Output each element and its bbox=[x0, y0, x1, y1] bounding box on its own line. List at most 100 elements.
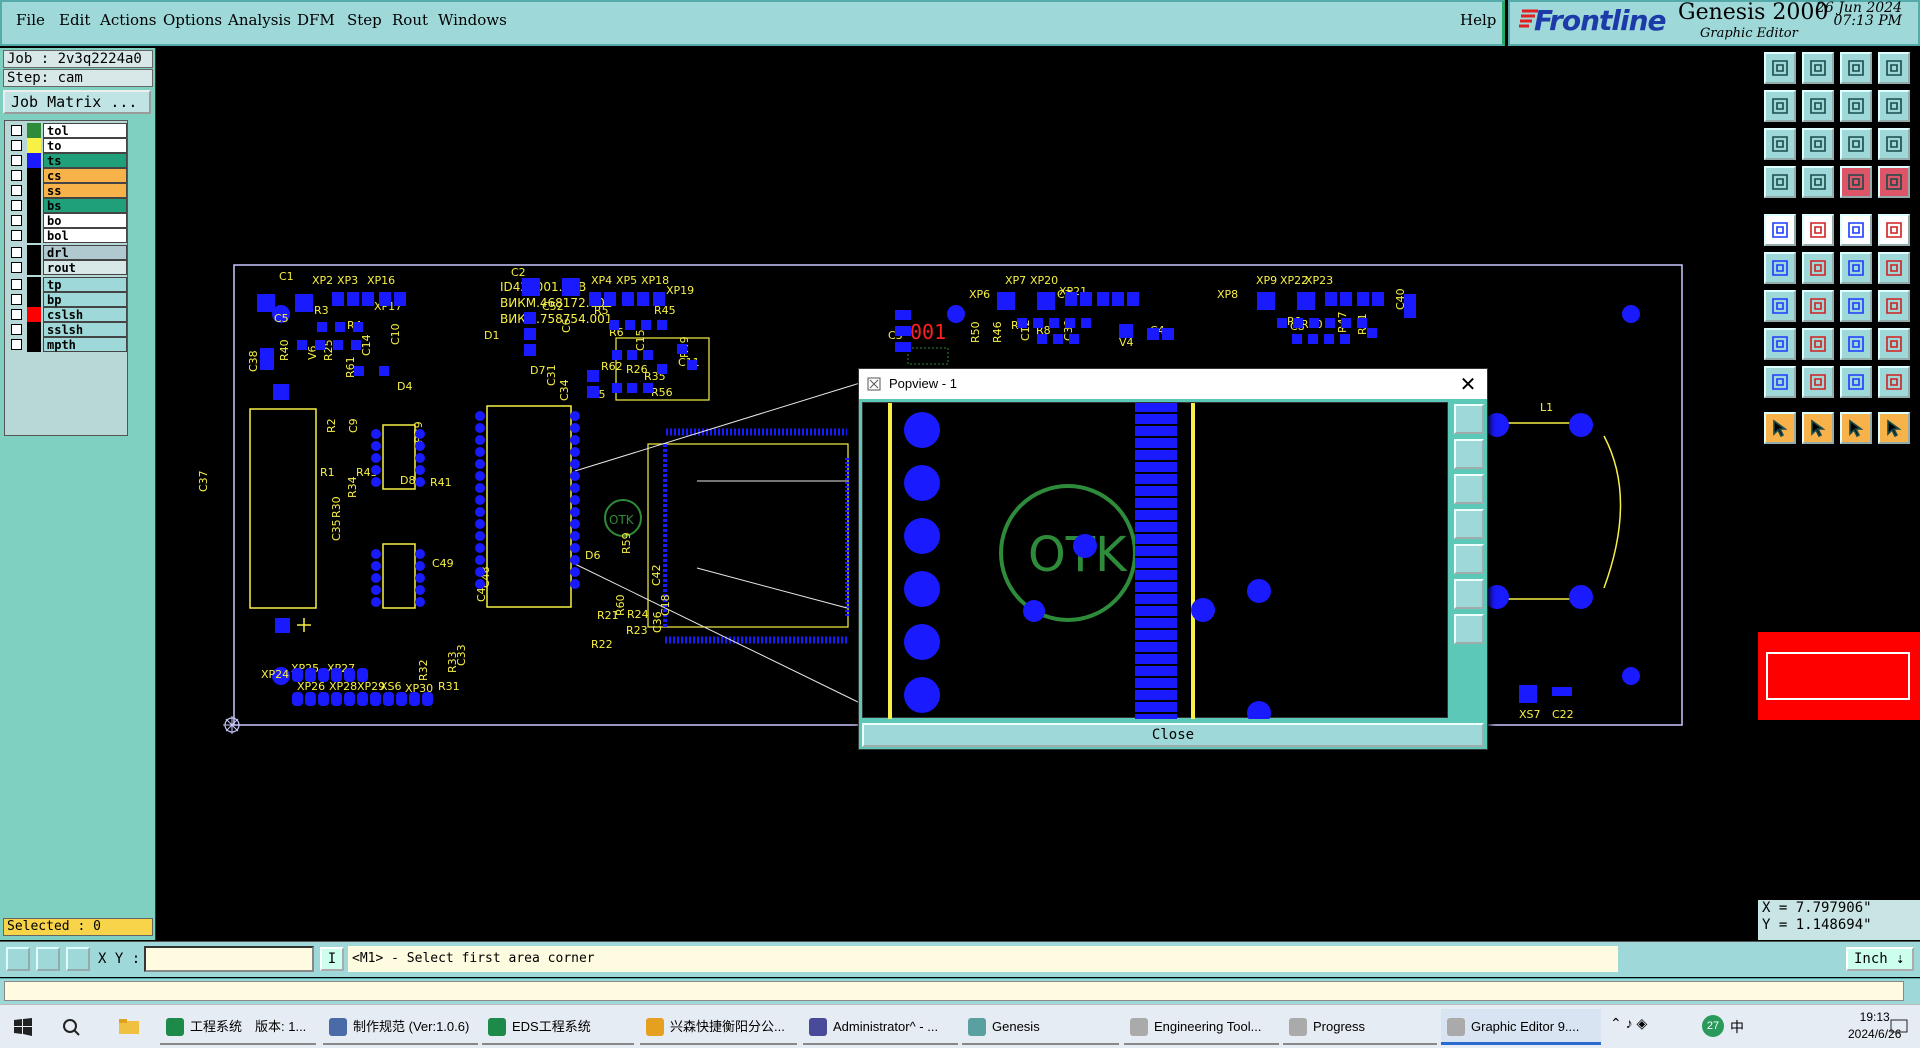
line-icon[interactable] bbox=[1840, 214, 1872, 246]
layer-color-swatch[interactable] bbox=[27, 307, 41, 322]
layer-color-swatch[interactable] bbox=[27, 198, 41, 213]
list-icon[interactable] bbox=[1878, 52, 1910, 84]
popview-zoom-in-button[interactable] bbox=[1454, 439, 1484, 469]
popview-zoom-home-button[interactable] bbox=[1454, 404, 1484, 434]
layer-checkbox[interactable] bbox=[11, 125, 22, 136]
popview-viewport[interactable]: OTK bbox=[862, 402, 1448, 725]
layer-color-swatch[interactable] bbox=[27, 168, 41, 183]
job-matrix-button[interactable]: Job Matrix ... bbox=[3, 90, 151, 114]
cursor-multi-icon[interactable] bbox=[1878, 412, 1910, 444]
notification-icon[interactable] bbox=[1890, 1019, 1908, 1035]
pad-red-icon[interactable] bbox=[1802, 214, 1834, 246]
arc-icon[interactable] bbox=[1840, 290, 1872, 322]
layer-name[interactable]: rout bbox=[43, 260, 127, 275]
layer-checkbox[interactable] bbox=[11, 279, 22, 290]
layer-color-swatch[interactable] bbox=[27, 322, 41, 337]
ratio-icon[interactable] bbox=[1840, 128, 1872, 160]
layer-checkbox[interactable] bbox=[11, 339, 22, 350]
layer-row-sslsh[interactable]: sslsh bbox=[9, 322, 127, 337]
layer-name[interactable]: tp bbox=[43, 277, 127, 292]
input-mode-button[interactable]: I bbox=[320, 947, 344, 971]
center-icon[interactable] bbox=[1802, 128, 1834, 160]
grid-icon[interactable] bbox=[66, 947, 90, 971]
windows-start-icon[interactable] bbox=[14, 1018, 32, 1036]
layer-red-alt-icon[interactable] bbox=[1878, 166, 1910, 198]
layer-color-swatch[interactable] bbox=[27, 292, 41, 307]
layer-checkbox[interactable] bbox=[11, 247, 22, 258]
close-icon[interactable]: ✕ bbox=[1457, 373, 1479, 395]
layer-checkbox[interactable] bbox=[11, 262, 22, 273]
layer-color-swatch[interactable] bbox=[27, 183, 41, 198]
triangle-icon[interactable] bbox=[1764, 366, 1796, 398]
layer-row-bol[interactable]: bol bbox=[9, 228, 127, 243]
split-icon[interactable] bbox=[1878, 290, 1910, 322]
taskbar-task[interactable]: Administrator^ - ... bbox=[803, 1009, 958, 1045]
query-icon[interactable] bbox=[1878, 128, 1910, 160]
layer-checkbox[interactable] bbox=[11, 185, 22, 196]
connect-icon[interactable] bbox=[1840, 252, 1872, 284]
layer-row-mpth[interactable]: mpth bbox=[9, 337, 127, 352]
grid-toggle-icon[interactable] bbox=[1802, 166, 1834, 198]
layer-name[interactable]: bo bbox=[43, 213, 127, 228]
menu-rout[interactable]: Rout bbox=[392, 11, 428, 29]
node-icon[interactable] bbox=[1764, 328, 1796, 360]
layer-row-cslsh[interactable]: cslsh bbox=[9, 307, 127, 322]
layer-name[interactable]: ss bbox=[43, 183, 127, 198]
popview-close-button[interactable]: Close bbox=[862, 723, 1484, 747]
layer-checkbox[interactable] bbox=[11, 309, 22, 320]
pan-left-icon[interactable] bbox=[1764, 90, 1796, 122]
circle-icon[interactable] bbox=[1878, 214, 1910, 246]
group-icon[interactable] bbox=[1878, 328, 1910, 360]
xy-input[interactable] bbox=[144, 946, 314, 972]
layer-name[interactable]: to bbox=[43, 138, 127, 153]
taskbar-task[interactable]: EDS工程系统 bbox=[482, 1009, 634, 1045]
delete-icon[interactable] bbox=[1802, 252, 1834, 284]
cursor-select-icon[interactable] bbox=[1802, 412, 1834, 444]
layer-row-drl[interactable]: drl bbox=[9, 245, 127, 260]
taskbar-task[interactable]: Genesis bbox=[962, 1009, 1119, 1045]
layer-color-swatch[interactable] bbox=[27, 337, 41, 352]
layer-row-tol[interactable]: tol bbox=[9, 123, 127, 138]
layer-name[interactable]: bp bbox=[43, 292, 127, 307]
popview-center-button[interactable] bbox=[1454, 614, 1484, 644]
layer-name[interactable]: tol bbox=[43, 123, 127, 138]
layer-color-swatch[interactable] bbox=[27, 153, 41, 168]
save-icon[interactable] bbox=[1802, 52, 1834, 84]
popview-zoom-out-button[interactable] bbox=[1454, 474, 1484, 504]
layer-name[interactable]: cslsh bbox=[43, 307, 127, 322]
tray-badge[interactable]: 27 bbox=[1702, 1015, 1724, 1037]
tray-ime[interactable]: 中 bbox=[1730, 1017, 1744, 1037]
layer-checkbox[interactable] bbox=[11, 170, 22, 181]
tray-icons[interactable]: ⌃ ♪ ◈ bbox=[1610, 1015, 1647, 1032]
layer-color-swatch[interactable] bbox=[27, 260, 41, 275]
search-icon[interactable] bbox=[62, 1018, 80, 1036]
cursor-move-icon[interactable] bbox=[1840, 412, 1872, 444]
open-icon[interactable] bbox=[1764, 52, 1796, 84]
pad-add-icon[interactable] bbox=[1764, 214, 1796, 246]
menu-edit[interactable]: Edit bbox=[59, 11, 90, 29]
menu-file[interactable]: File bbox=[16, 11, 45, 29]
popview-titlebar[interactable]: Popview - 1 ✕ bbox=[859, 369, 1487, 399]
menu-help[interactable]: Help bbox=[1460, 11, 1496, 29]
move-icon[interactable] bbox=[1764, 252, 1796, 284]
layer-name[interactable]: sslsh bbox=[43, 322, 127, 337]
brush-icon[interactable] bbox=[1764, 166, 1796, 198]
layer-checkbox[interactable] bbox=[11, 200, 22, 211]
layer-row-cs[interactable]: cs bbox=[9, 168, 127, 183]
layer-name[interactable]: cs bbox=[43, 168, 127, 183]
rotate-icon[interactable] bbox=[1878, 252, 1910, 284]
measure-icon[interactable] bbox=[36, 947, 60, 971]
layer-checkbox[interactable] bbox=[11, 230, 22, 241]
taskbar-task[interactable]: 制作规范 (Ver:1.0.6) bbox=[323, 1009, 478, 1045]
snap-icon[interactable] bbox=[1878, 90, 1910, 122]
layer-name[interactable]: drl bbox=[43, 245, 127, 260]
layer-name[interactable]: ts bbox=[43, 153, 127, 168]
pan-right-icon[interactable] bbox=[1802, 90, 1834, 122]
slash-icon[interactable] bbox=[1802, 290, 1834, 322]
popview-pan-left-button[interactable] bbox=[1454, 509, 1484, 539]
taskbar-task[interactable]: 工程系统 版本: 1... bbox=[160, 1009, 316, 1045]
layer-checkbox[interactable] bbox=[11, 294, 22, 305]
cursor-icon[interactable] bbox=[1764, 412, 1796, 444]
line-red-icon[interactable] bbox=[1764, 290, 1796, 322]
layer-row-bo[interactable]: bo bbox=[9, 213, 127, 228]
